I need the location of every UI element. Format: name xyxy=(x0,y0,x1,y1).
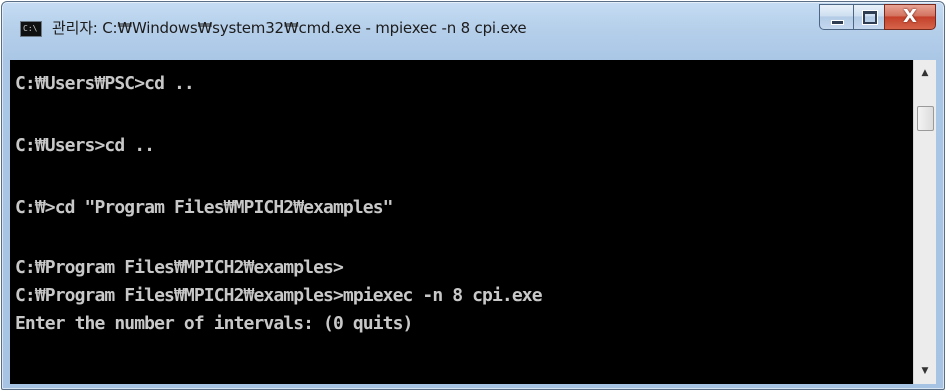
maximize-icon xyxy=(863,11,877,24)
title-bar[interactable]: C:\ 관리자: C:₩Windows₩system32₩cmd.exe - m… xyxy=(2,2,944,60)
console-line: C:₩Program Files₩MPICH2₩examples> xyxy=(15,257,344,278)
minimize-button[interactable] xyxy=(819,4,853,30)
console-line: Enter the number of intervals: (0 quits) xyxy=(15,313,413,334)
console-area[interactable]: C:₩Users₩PSC>cd .. C:₩Users>cd .. C:₩>cd… xyxy=(10,60,936,384)
vertical-scrollbar[interactable]: ▲ ▼ xyxy=(913,60,936,384)
console-line: C:₩Users>cd .. xyxy=(15,135,155,156)
console-line: C:₩Users₩PSC>cd .. xyxy=(15,73,195,94)
minimize-icon xyxy=(831,20,844,25)
console-line: C:₩>cd "Program Files₩MPICH2₩examples" xyxy=(15,197,394,218)
cmd-window: C:\ 관리자: C:₩Windows₩system32₩cmd.exe - m… xyxy=(1,1,945,390)
window-title: 관리자: C:₩Windows₩system32₩cmd.exe - mpiex… xyxy=(52,19,527,37)
scroll-down-icon[interactable]: ▼ xyxy=(914,360,936,382)
scroll-up-icon[interactable]: ▲ xyxy=(914,62,936,84)
console-icon[interactable]: C:\ xyxy=(20,21,42,37)
console-output[interactable]: C:₩Users₩PSC>cd .. C:₩Users>cd .. C:₩>cd… xyxy=(10,60,913,384)
window-controls: X xyxy=(819,4,936,30)
close-icon: X xyxy=(903,6,917,27)
close-button[interactable]: X xyxy=(884,4,936,30)
maximize-button[interactable] xyxy=(853,4,884,30)
console-line: C:₩Program Files₩MPICH2₩examples>mpiexec… xyxy=(15,285,543,306)
scrollbar-thumb[interactable] xyxy=(917,106,934,131)
